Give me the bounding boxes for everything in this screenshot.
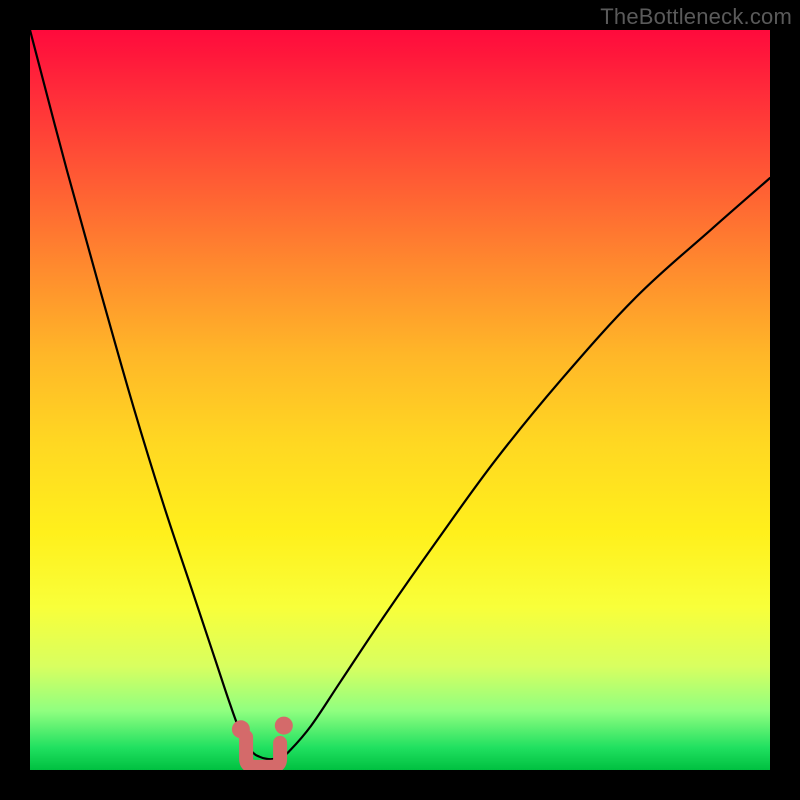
chart-markers [30, 30, 770, 770]
marker-trough [246, 737, 280, 767]
chart-plot-area [30, 30, 770, 770]
marker-right-dot [275, 717, 293, 735]
watermark-text: TheBottleneck.com [600, 4, 792, 30]
